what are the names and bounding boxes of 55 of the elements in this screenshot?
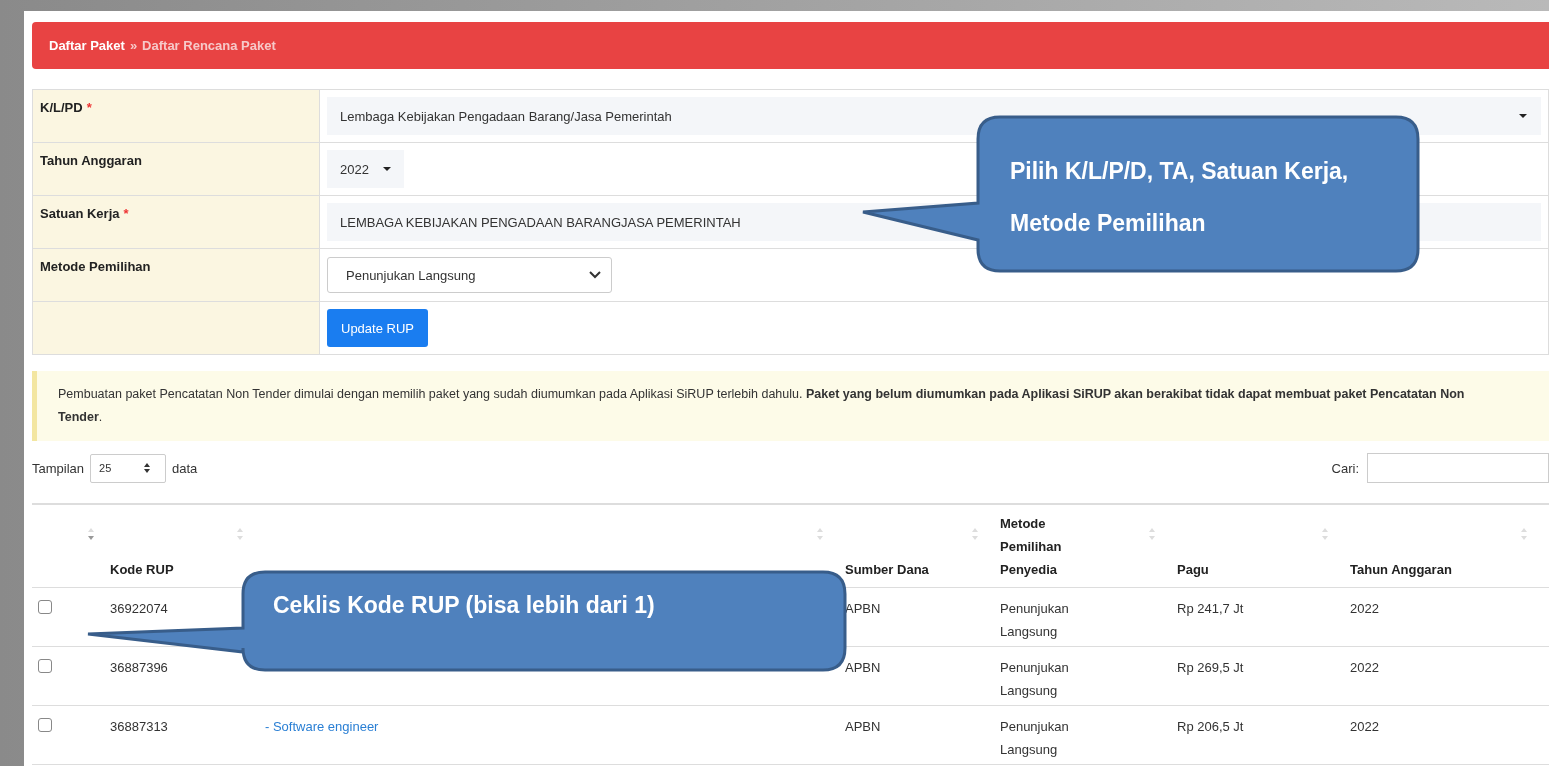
sort-icon[interactable] xyxy=(817,527,823,541)
length-label: Tampilan xyxy=(32,460,85,476)
sort-icon[interactable] xyxy=(1149,527,1155,541)
column-header[interactable]: Kode RUP xyxy=(110,558,174,581)
table-cell: 2022 xyxy=(1350,660,1379,675)
search-label: Cari: xyxy=(1331,460,1359,476)
table-cell: Rp 241,7 Jt xyxy=(1177,601,1244,616)
form-label: Tahun Anggaran xyxy=(40,153,142,168)
form-label: Satuan Kerja xyxy=(40,206,120,221)
table-cell: APBN xyxy=(845,660,881,675)
required-asterisk: * xyxy=(123,206,129,221)
column-header[interactable]: Metode Pemilihan Penyedia xyxy=(1000,512,1080,581)
column-header[interactable]: Pagu xyxy=(1177,558,1209,581)
table-cell-text: Penunjukan Langsung xyxy=(1000,659,1070,700)
length-label: data xyxy=(172,460,198,476)
updown-icon xyxy=(143,462,152,474)
table-cell: 2022 xyxy=(1350,601,1379,616)
sort-icon[interactable] xyxy=(88,527,94,541)
table-cell: 36922074 xyxy=(110,601,168,616)
table-cell: 36887396 xyxy=(110,660,168,675)
callout-text: Ceklis Kode RUP (bisa lebih dari 1) xyxy=(273,592,655,619)
update-button[interactable]: Update RUP xyxy=(327,309,428,347)
package-link[interactable]: - Software engineer xyxy=(265,719,379,734)
breadcrumb-current: Daftar Rencana Paket xyxy=(142,38,276,53)
callout-text: Pilih K/L/P/D, TA, Satuan Kerja, Metode Pemilihan xyxy=(1010,157,1350,238)
table-cell-text: Penunjukan Langsung xyxy=(1000,600,1070,641)
chevron-down-icon xyxy=(589,271,601,279)
table-cell: 36887313 xyxy=(110,719,168,734)
sort-icon[interactable] xyxy=(972,527,978,541)
table-cell: Rp 206,5 Jt xyxy=(1177,719,1244,734)
row-checkbox[interactable] xyxy=(38,718,52,732)
form-label: K/L/PD xyxy=(40,100,83,115)
sort-icon[interactable] xyxy=(237,527,243,541)
breadcrumb-link[interactable]: Daftar Paket xyxy=(49,38,125,53)
page-length-select[interactable]: 25 xyxy=(90,453,167,483)
row-checkbox[interactable] xyxy=(38,600,52,614)
row-checkbox[interactable] xyxy=(38,659,52,673)
caret-icon xyxy=(1519,114,1527,118)
table-cell: APBN xyxy=(845,719,881,734)
table-cell: APBN xyxy=(845,601,881,616)
method-select[interactable]: Penunjukan Langsung xyxy=(327,257,612,293)
year-select[interactable]: 2022 xyxy=(327,150,404,188)
caret-icon xyxy=(382,167,391,171)
form-label: Metode Pemilihan xyxy=(40,259,151,274)
table-cell-text: Penunjukan Langsung xyxy=(1000,718,1070,759)
column-header[interactable]: Sumber Dana xyxy=(845,558,929,581)
table-cell: 2022 xyxy=(1350,719,1379,734)
breadcrumb-separator: » xyxy=(129,38,138,53)
sort-icon[interactable] xyxy=(1322,527,1328,541)
sort-icon[interactable] xyxy=(1521,527,1527,541)
column-header[interactable]: Tahun Anggaran xyxy=(1350,558,1452,581)
search-field[interactable] xyxy=(1367,453,1549,483)
table-cell: Rp 269,5 Jt xyxy=(1177,660,1244,675)
notice-text: Pembuatan paket Pencatatan Non Tender dimulai dengan memilih paket yang sudah diumumkan pada Aplikasi SiRUP terlebih dahulu. Paket yang belum diumumkan pada Aplikasi SiRUP akan berakibat tidak dapat membuat paket Pencatatan Non Tender. xyxy=(32,371,1549,441)
required-asterisk: * xyxy=(86,100,92,115)
